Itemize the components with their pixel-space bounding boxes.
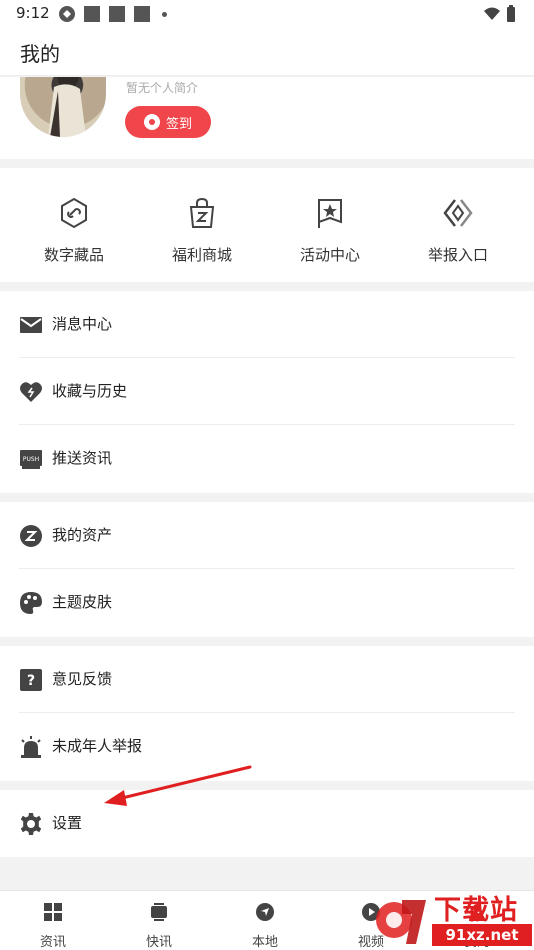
checkin-icon — [143, 114, 160, 130]
status-time: 9:12 — [16, 4, 50, 22]
menu-item-feedback[interactable]: ? 意见反馈 — [0, 646, 534, 713]
mail-icon — [20, 317, 42, 333]
report-diamond-icon — [443, 199, 473, 227]
quick-link-label: 活动中心 — [299, 246, 360, 264]
notification-icon — [134, 6, 150, 22]
avatar-photo — [48, 77, 86, 137]
svg-text:PUSH: PUSH — [23, 456, 39, 463]
nav-tab-label: 本地 — [251, 935, 278, 950]
flag-star-icon — [318, 199, 342, 228]
page-header: 我的 — [0, 28, 534, 76]
profile-bio: 暂无个人简介 — [126, 81, 199, 95]
menu-item-settings[interactable]: 设置 — [0, 790, 534, 857]
digital-collectible-icon — [61, 197, 87, 229]
nav-tab-label: 快讯 — [145, 935, 172, 950]
feedback-icon: ? — [20, 669, 42, 691]
menu-item-push-news[interactable]: PUSH 推送资讯 — [0, 425, 534, 492]
avatar[interactable] — [20, 77, 106, 137]
nav-tab-local[interactable]: 本地 — [212, 891, 318, 950]
more-notifications-icon — [162, 12, 167, 17]
menu-item-my-assets[interactable]: 我的资产 — [0, 502, 534, 569]
nav-tab-flash-news[interactable]: 快讯 — [106, 891, 212, 950]
nav-tab-news[interactable]: 资讯 — [0, 891, 106, 950]
svg-text:?: ? — [27, 673, 35, 689]
quick-link-label: 数字藏品 — [43, 246, 104, 264]
quick-link-welfare-mall[interactable]: 福利商城 — [138, 168, 266, 282]
menu-item-label: 推送资讯 — [52, 449, 113, 467]
menu-group-feedback: ? 意见反馈 未成年人举报 — [0, 646, 534, 781]
status-bar: 9:12 — [0, 0, 534, 28]
menu-item-message-center[interactable]: 消息中心 — [0, 291, 534, 358]
menu-item-label: 收藏与历史 — [52, 382, 128, 400]
menu-item-label: 我的资产 — [52, 526, 113, 544]
menu-group-assets: 我的资产 主题皮肤 — [0, 502, 534, 637]
menu-item-minor-report[interactable]: 未成年人举报 — [0, 713, 534, 780]
quick-link-report-entry[interactable]: 举报入口 — [394, 168, 522, 282]
checkin-button[interactable]: 签到 — [125, 106, 211, 138]
menu-item-favorites-history[interactable]: 收藏与历史 — [0, 358, 534, 425]
quick-link-activity-center[interactable]: 活动中心 — [266, 168, 394, 282]
notification-icon — [109, 6, 125, 22]
location-icon — [256, 903, 274, 921]
palette-icon — [20, 592, 42, 614]
flash-news-icon — [151, 903, 167, 921]
nav-tab-label: 资讯 — [39, 935, 66, 950]
grid-icon — [44, 903, 62, 921]
menu-item-label: 消息中心 — [52, 315, 113, 333]
quick-link-label: 举报入口 — [427, 246, 488, 264]
menu-item-label: 未成年人举报 — [52, 737, 143, 755]
profile-card: 暂无个人简介 签到 — [0, 77, 534, 159]
push-icon: PUSH — [20, 450, 42, 469]
assets-z-icon — [20, 525, 42, 547]
menu-group-messages: 消息中心 收藏与历史 PUSH 推送资讯 — [0, 291, 534, 493]
page-title: 我的 — [20, 42, 60, 66]
checkin-label: 签到 — [165, 116, 192, 132]
watermark: 下载站 91xz.net — [372, 888, 534, 950]
app-notification-icon — [59, 6, 75, 22]
watermark-title: 下载站 — [434, 895, 518, 926]
shopping-bag-icon — [189, 197, 215, 228]
quick-links: 数字藏品 福利商城 活动中心 举报入口 — [0, 168, 534, 282]
avatar-clip — [0, 77, 534, 159]
battery-icon — [507, 5, 515, 22]
quick-link-label: 福利商城 — [171, 246, 232, 264]
menu-item-label: 意见反馈 — [52, 670, 113, 688]
notification-icon — [84, 6, 100, 22]
menu-item-theme-skin[interactable]: 主题皮肤 — [0, 569, 534, 636]
menu-item-label: 主题皮肤 — [52, 593, 113, 611]
wifi-icon — [484, 7, 500, 20]
menu-item-label: 设置 — [52, 814, 83, 832]
alarm-icon — [21, 736, 41, 758]
watermark-logo-icon — [376, 900, 426, 944]
watermark-url: 91xz.net — [432, 924, 532, 946]
gear-icon — [20, 813, 42, 835]
quick-link-digital-collectibles[interactable]: 数字藏品 — [10, 168, 138, 282]
menu-group-settings: 设置 — [0, 790, 534, 857]
heart-icon — [20, 382, 42, 402]
